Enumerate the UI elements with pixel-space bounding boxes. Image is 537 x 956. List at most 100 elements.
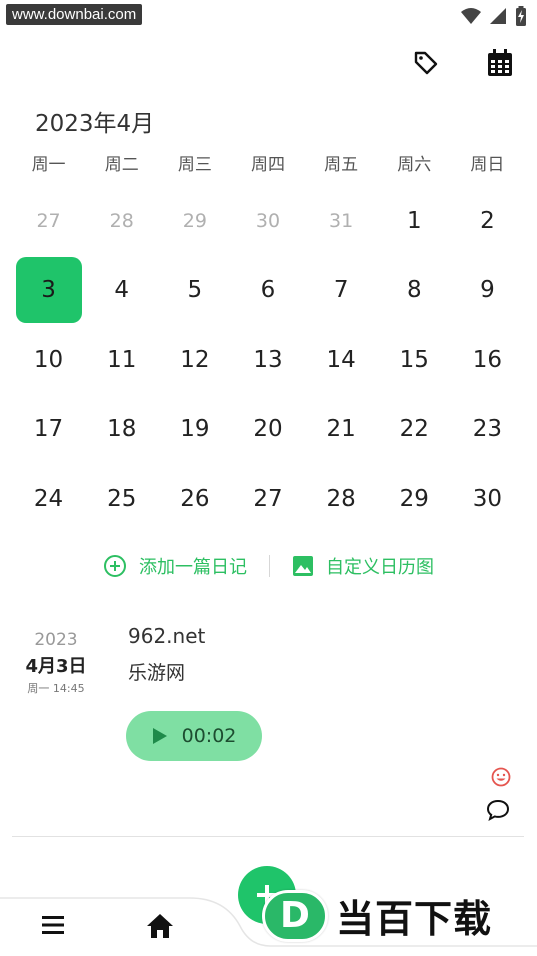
day-number: 26 bbox=[180, 485, 210, 512]
calendar-day[interactable]: 2 bbox=[451, 186, 524, 256]
day-number: 20 bbox=[253, 416, 283, 443]
day-number: 14 bbox=[326, 346, 356, 373]
day-number: 10 bbox=[33, 346, 64, 373]
calendar-day[interactable]: 24 bbox=[12, 464, 85, 534]
day-number: 22 bbox=[399, 416, 429, 443]
calendar-day[interactable]: 21 bbox=[305, 395, 378, 465]
entry-title: 962.net bbox=[128, 624, 206, 648]
weekday-label: 周六 bbox=[397, 155, 432, 175]
day-number: 25 bbox=[107, 485, 137, 512]
calendar-day[interactable]: 29 bbox=[378, 464, 451, 534]
diary-entry[interactable]: 2023 4月3日 周一 14:45 962.net 乐游网 00:02 bbox=[0, 618, 537, 838]
entry-month-day: 4月3日 bbox=[25, 656, 87, 677]
calendar-day[interactable]: 11 bbox=[85, 325, 158, 395]
calendar-day[interactable]: 9 bbox=[451, 256, 524, 326]
calendar-button[interactable] bbox=[485, 48, 515, 78]
calendar-day[interactable]: 20 bbox=[231, 395, 304, 465]
image-icon bbox=[293, 556, 313, 576]
calendar-day[interactable]: 5 bbox=[158, 256, 231, 326]
day-number: 1 bbox=[406, 207, 422, 234]
day-number: 27 bbox=[253, 485, 283, 512]
action-separator bbox=[269, 555, 270, 577]
calendar-day[interactable]: 1 bbox=[378, 186, 451, 256]
month-title[interactable]: 2023年4月 bbox=[35, 104, 154, 138]
day-number: 30 bbox=[255, 209, 281, 232]
day-number: 31 bbox=[329, 209, 354, 232]
audio-player-button[interactable]: 00:02 bbox=[126, 711, 262, 761]
tag-icon bbox=[414, 51, 438, 75]
day-number: 21 bbox=[326, 416, 356, 443]
day-number: 15 bbox=[399, 346, 429, 373]
calendar-day[interactable]: 16 bbox=[451, 325, 524, 395]
calendar-day[interactable]: 23 bbox=[451, 395, 524, 465]
day-number: 5 bbox=[187, 277, 203, 304]
calendar-day[interactable]: 18 bbox=[85, 395, 158, 465]
weekday-label: 周三 bbox=[177, 155, 212, 175]
weekday-label: 周五 bbox=[324, 155, 359, 175]
calendar-day[interactable]: 30 bbox=[231, 186, 304, 256]
calendar-day[interactable]: 27 bbox=[231, 464, 304, 534]
day-number: 7 bbox=[333, 277, 349, 304]
add-diary-button[interactable]: 添加一篇日记 bbox=[103, 553, 247, 579]
calendar-day[interactable]: 10 bbox=[12, 325, 85, 395]
weekday-label: 周日 bbox=[470, 155, 505, 175]
calendar-day[interactable]: 6 bbox=[231, 256, 304, 326]
calendar-day-selected[interactable]: 3 bbox=[12, 256, 85, 326]
calendar-day[interactable]: 28 bbox=[85, 186, 158, 256]
day-number: 30 bbox=[472, 485, 503, 512]
calendar-day[interactable]: 14 bbox=[305, 325, 378, 395]
entry-divider bbox=[12, 836, 524, 837]
calendar-day[interactable]: 27 bbox=[12, 186, 85, 256]
calendar-day[interactable]: 17 bbox=[12, 395, 85, 465]
wifi-icon bbox=[461, 8, 481, 24]
day-number: 8 bbox=[406, 277, 422, 304]
battery-icon bbox=[516, 6, 526, 26]
add-circle-icon bbox=[104, 555, 126, 577]
brand-logo: D bbox=[262, 889, 328, 942]
calendar-day[interactable]: 15 bbox=[378, 325, 451, 395]
day-number: 3 bbox=[15, 257, 82, 324]
day-number: 29 bbox=[399, 485, 429, 512]
signal-icon bbox=[490, 8, 506, 24]
day-number: 18 bbox=[107, 416, 137, 443]
action-row: 添加一篇日记 自定义日历图 bbox=[0, 553, 537, 579]
entry-date: 2023 4月3日 周一 14:45 bbox=[14, 630, 98, 696]
weekday-label: 周一 bbox=[31, 155, 66, 175]
day-number: 4 bbox=[114, 277, 130, 304]
home-icon[interactable] bbox=[145, 912, 175, 940]
audio-duration: 00:02 bbox=[181, 725, 237, 747]
watermark: www.downbai.com bbox=[6, 4, 143, 25]
entry-year: 2023 bbox=[34, 630, 78, 650]
calendar-day[interactable]: 25 bbox=[85, 464, 158, 534]
comment-icon[interactable] bbox=[486, 799, 510, 821]
tag-button[interactable] bbox=[411, 48, 441, 78]
custom-image-button[interactable]: 自定义日历图 bbox=[292, 553, 434, 579]
calendar-icon bbox=[488, 49, 512, 76]
calendar-day[interactable]: 22 bbox=[378, 395, 451, 465]
calendar-day[interactable]: 29 bbox=[158, 186, 231, 256]
day-number: 24 bbox=[33, 485, 64, 512]
day-number: 13 bbox=[253, 346, 283, 373]
play-icon bbox=[152, 728, 167, 744]
calendar-day[interactable]: 26 bbox=[158, 464, 231, 534]
weekday-label: 周二 bbox=[104, 155, 139, 175]
calendar-day[interactable]: 31 bbox=[305, 186, 378, 256]
calendar-day[interactable]: 7 bbox=[305, 256, 378, 326]
day-number: 28 bbox=[109, 209, 134, 232]
day-number: 2 bbox=[480, 207, 495, 234]
calendar-grid: 27 28 29 30 31 1 2 3 4 5 6 7 8 9 10 11 12 13 14 15 16 17 18 19 2… bbox=[12, 186, 524, 534]
calendar-day[interactable]: 28 bbox=[305, 464, 378, 534]
day-number: 28 bbox=[326, 485, 356, 512]
calendar-day[interactable]: 19 bbox=[158, 395, 231, 465]
calendar-day[interactable]: 8 bbox=[378, 256, 451, 326]
calendar-day[interactable]: 4 bbox=[85, 256, 158, 326]
menu-icon[interactable] bbox=[40, 914, 66, 936]
toolbar bbox=[411, 48, 515, 78]
calendar-day[interactable]: 12 bbox=[158, 325, 231, 395]
smile-icon[interactable] bbox=[491, 767, 511, 787]
calendar-day[interactable]: 30 bbox=[451, 464, 524, 534]
day-number: 16 bbox=[472, 346, 503, 373]
day-number: 27 bbox=[36, 209, 61, 232]
calendar-day[interactable]: 13 bbox=[231, 325, 304, 395]
day-number: 29 bbox=[182, 209, 207, 232]
